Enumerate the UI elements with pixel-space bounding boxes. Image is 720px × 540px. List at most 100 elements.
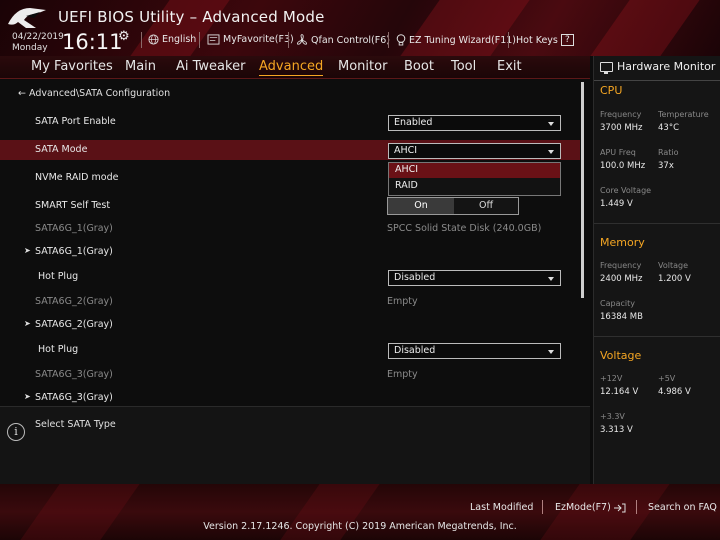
v12-label: +12V bbox=[600, 374, 623, 383]
setting-row-port2-info: SATA6G_2(Gray) Empty bbox=[0, 292, 580, 312]
v5-label: +5V bbox=[658, 374, 676, 383]
ratio-label: Ratio bbox=[658, 148, 679, 157]
myfavorite-label: MyFavorite(F3) bbox=[223, 34, 294, 45]
sata-mode-dropdown: AHCI RAID bbox=[388, 162, 561, 196]
toggle-on-option[interactable]: On bbox=[388, 198, 454, 214]
header-decor-stripe bbox=[590, 0, 700, 56]
breadcrumb[interactable]: ← Advanced\SATA Configuration bbox=[18, 88, 170, 99]
hw-title-text: Hardware Monitor bbox=[617, 60, 716, 73]
gear-icon[interactable]: ⚙ bbox=[118, 29, 130, 44]
submenu-label: SATA6G_1(Gray) bbox=[35, 246, 113, 257]
tab-advanced[interactable]: Advanced bbox=[259, 59, 324, 76]
day-text: Monday bbox=[12, 43, 48, 53]
v12-value: 12.164 V bbox=[600, 387, 639, 397]
header-decor-stripe bbox=[400, 0, 530, 56]
header-divider bbox=[288, 32, 289, 48]
sata-port-enable-select[interactable]: Enabled bbox=[388, 115, 561, 131]
submenu-arrow-icon: ➤ bbox=[24, 392, 31, 401]
sata-mode-select[interactable]: AHCI bbox=[388, 143, 561, 159]
qfan-label: Qfan Control(F6) bbox=[311, 34, 390, 46]
header-divider bbox=[199, 32, 200, 48]
tab-tool[interactable]: Tool bbox=[451, 59, 476, 74]
divider bbox=[594, 223, 720, 224]
help-text: Select SATA Type bbox=[35, 419, 116, 430]
setting-row-port3-sub[interactable]: ➤ SATA6G_3(Gray) bbox=[0, 388, 580, 408]
ezmode-button[interactable]: EzMode(F7) bbox=[555, 502, 626, 513]
last-modified-button[interactable]: Last Modified bbox=[470, 502, 533, 513]
chevron-down-icon bbox=[548, 122, 554, 126]
smart-toggle[interactable]: On Off bbox=[387, 197, 519, 215]
cpu-temperature-value: 43°C bbox=[658, 123, 680, 133]
submenu-arrow-icon: ➤ bbox=[24, 246, 31, 255]
chevron-down-icon bbox=[548, 350, 554, 354]
app-title: UEFI BIOS Utility – Advanced Mode bbox=[58, 8, 325, 26]
cpu-frequency-label: Frequency bbox=[600, 110, 642, 119]
toggle-off-option[interactable]: Off bbox=[454, 198, 518, 214]
setting-label: Hot Plug bbox=[38, 271, 79, 282]
breadcrumb-path: Advanced\SATA Configuration bbox=[29, 88, 171, 99]
header-divider bbox=[388, 32, 389, 48]
settings-panel: ← Advanced\SATA Configuration SATA Port … bbox=[0, 80, 590, 406]
tab-my-favorites[interactable]: My Favorites bbox=[31, 59, 113, 74]
submenu-label: SATA6G_2(Gray) bbox=[35, 319, 113, 330]
setting-label: SATA Port Enable bbox=[35, 116, 116, 127]
apu-freq-value: 100.0 MHz bbox=[600, 161, 646, 171]
v5-value: 4.986 V bbox=[658, 387, 691, 397]
language-button[interactable]: English bbox=[148, 34, 196, 45]
setting-row-port1-info: SATA6G_1(Gray) SPCC Solid State Disk (24… bbox=[0, 219, 580, 239]
setting-row-port3-info: SATA6G_3(Gray) Empty bbox=[0, 365, 580, 385]
core-voltage-value: 1.449 V bbox=[600, 199, 633, 209]
help-box-icon: ? bbox=[560, 34, 574, 46]
memory-frequency-label: Frequency bbox=[600, 261, 642, 270]
setting-row-port1-sub[interactable]: ➤ SATA6G_1(Gray) bbox=[0, 242, 580, 262]
chevron-down-icon bbox=[548, 150, 554, 154]
voltage-section-title: Voltage bbox=[600, 349, 642, 362]
info-icon: i bbox=[7, 423, 25, 441]
date-display: 04/22/2019 Monday bbox=[12, 32, 64, 54]
myfavorite-button[interactable]: MyFavorite(F3) bbox=[207, 34, 294, 45]
tab-main[interactable]: Main bbox=[125, 59, 156, 74]
v33-label: +3.3V bbox=[600, 412, 625, 421]
port-device: Empty bbox=[387, 369, 418, 380]
divider bbox=[594, 80, 720, 81]
tab-ai-tweaker[interactable]: Ai Tweaker bbox=[176, 59, 245, 74]
select-value: Disabled bbox=[394, 345, 436, 356]
footer-bar: Last Modified EzMode(F7) Search on FAQ V… bbox=[0, 484, 720, 540]
globe-icon bbox=[148, 34, 159, 45]
dropdown-option-raid[interactable]: RAID bbox=[389, 179, 560, 194]
dropdown-option-ahci[interactable]: AHCI bbox=[389, 163, 560, 178]
scrollbar[interactable] bbox=[581, 82, 584, 298]
header-divider bbox=[508, 32, 509, 48]
language-label: English bbox=[162, 34, 197, 45]
copyright-text: Version 2.17.1246. Copyright (C) 2019 Am… bbox=[203, 521, 517, 532]
hot-keys-label: Hot Keys bbox=[516, 34, 558, 46]
setting-label: NVMe RAID mode bbox=[35, 172, 119, 183]
ezmode-label: EzMode(F7) bbox=[555, 502, 611, 513]
port-label: SATA6G_2(Gray) bbox=[35, 296, 113, 307]
memory-section-title: Memory bbox=[600, 236, 645, 249]
tab-exit[interactable]: Exit bbox=[497, 59, 522, 74]
hotplug2-select[interactable]: Disabled bbox=[388, 343, 561, 359]
cpu-temperature-label: Temperature bbox=[658, 110, 709, 119]
date-text: 04/22/2019 bbox=[12, 32, 64, 42]
hotplug1-select[interactable]: Disabled bbox=[388, 270, 561, 286]
header-divider bbox=[141, 32, 142, 48]
back-arrow-icon[interactable]: ← bbox=[18, 88, 26, 99]
hot-keys-button[interactable]: Hot Keys ? bbox=[516, 34, 574, 46]
ratio-value: 37x bbox=[658, 161, 674, 171]
setting-row-port2-sub[interactable]: ➤ SATA6G_2(Gray) bbox=[0, 315, 580, 335]
setting-label: SMART Self Test bbox=[35, 200, 111, 211]
rog-logo-icon bbox=[8, 8, 46, 28]
tab-monitor[interactable]: Monitor bbox=[338, 59, 387, 74]
select-value: Enabled bbox=[394, 117, 433, 128]
fan-icon bbox=[296, 34, 308, 45]
tab-boot[interactable]: Boot bbox=[404, 59, 434, 74]
memory-voltage-label: Voltage bbox=[658, 261, 689, 270]
hardware-monitor-title: Hardware Monitor bbox=[600, 60, 716, 74]
exit-arrow-icon bbox=[613, 503, 626, 512]
lightbulb-icon bbox=[396, 34, 406, 46]
search-faq-button[interactable]: Search on FAQ bbox=[648, 502, 717, 513]
ez-tuning-button[interactable]: EZ Tuning Wizard(F11) bbox=[396, 34, 516, 46]
clock-display: 16:11 bbox=[62, 30, 123, 54]
qfan-button[interactable]: Qfan Control(F6) bbox=[296, 34, 390, 46]
